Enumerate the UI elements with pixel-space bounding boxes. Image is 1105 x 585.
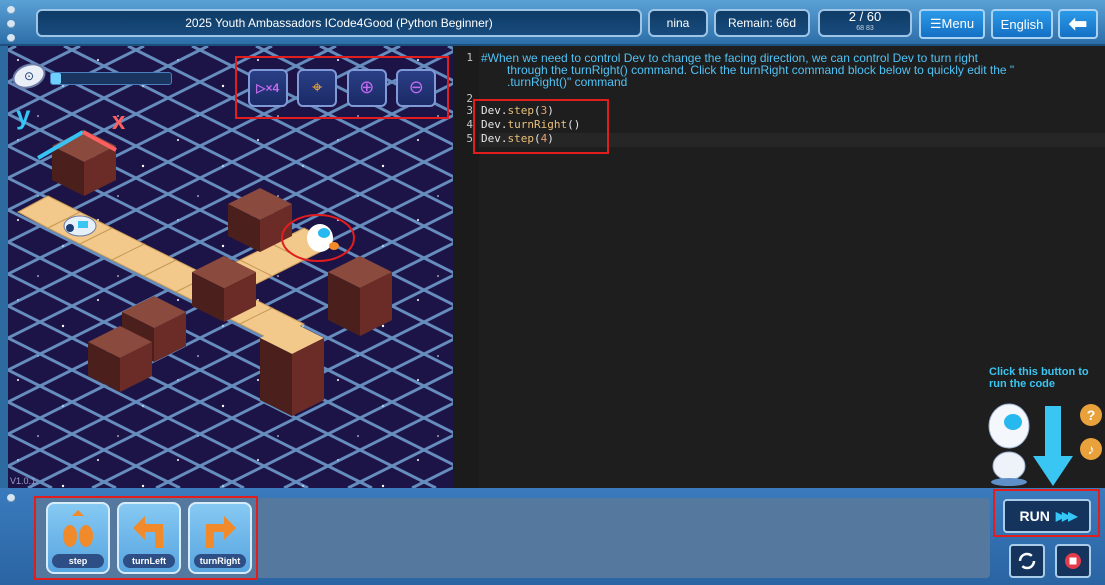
stop-icon[interactable] xyxy=(1055,544,1091,578)
version-label: V1.0.1 xyxy=(10,476,37,486)
turnright-command-block[interactable]: turnRight xyxy=(188,502,252,574)
rivets xyxy=(4,4,18,42)
zoom-in-icon[interactable]: ⊕ xyxy=(346,68,387,107)
map-pin-icon[interactable]: ⌖ xyxy=(297,68,338,107)
guide-robot xyxy=(988,403,1073,486)
progress-bar xyxy=(50,72,172,85)
user-name: nina xyxy=(648,9,708,37)
code-editor[interactable]: 1 #When we need to control Dev to change… xyxy=(453,46,1105,488)
x-axis-label: x xyxy=(112,108,126,135)
command-label: turnLeft xyxy=(123,554,175,568)
toolbar: ▷×4 ⌖ ⊕ ⊖ xyxy=(235,56,449,119)
run-hint: Click this button to run the code xyxy=(989,366,1089,390)
run-button[interactable]: RUN ▶▶▶ xyxy=(1003,499,1091,533)
level-indicator: 2 / 60 68 83 xyxy=(818,9,912,37)
command-label: turnRight xyxy=(194,554,246,568)
language-button[interactable]: English xyxy=(991,9,1053,39)
line-number: 1 xyxy=(466,51,473,64)
code-comment: #When we need to control Dev to change t… xyxy=(481,52,1081,88)
y-axis-label: y xyxy=(16,100,31,130)
reset-icon[interactable] xyxy=(1009,544,1045,578)
battery-pickup xyxy=(63,215,97,237)
run-label: RUN xyxy=(1019,508,1050,524)
menu-button[interactable]: ☰Menu xyxy=(919,9,985,39)
replay-speed-icon[interactable]: ▷×4 xyxy=(247,68,288,107)
line-number: 3 xyxy=(466,104,473,117)
turnleft-command-block[interactable]: turnLeft xyxy=(117,502,181,574)
line-number: 5 xyxy=(466,132,473,145)
progress-fill xyxy=(51,73,61,84)
help-icon[interactable]: ? xyxy=(1080,404,1102,426)
level-number: 2 / 60 xyxy=(848,9,882,24)
bell-icon[interactable]: ♪ xyxy=(1080,438,1102,460)
turn-left-arrow-icon xyxy=(119,508,179,552)
footsteps-icon xyxy=(48,508,108,552)
top-bar: 2025 Youth Ambassadors ICode4Good (Pytho… xyxy=(0,0,1105,46)
level-stats: 68 83 xyxy=(856,25,874,32)
battery-icon: ⊙ xyxy=(8,58,50,94)
comment-line-3: .turnRight()" command xyxy=(507,75,628,89)
code-highlight-box xyxy=(473,99,609,154)
back-arrow-icon[interactable]: ⬅ xyxy=(1058,9,1098,39)
fast-forward-icon: ▶▶▶ xyxy=(1055,509,1078,523)
step-command-block[interactable]: step xyxy=(46,502,110,574)
energy-progress: ⊙ xyxy=(8,58,182,94)
line-number: 4 xyxy=(466,118,473,131)
remaining-days: Remain: 66d xyxy=(714,9,810,37)
game-view[interactable]: ⊙ y x ▷×4 ⌖ ⊕ ⊖ V1.0.1 xyxy=(8,46,453,488)
rivets xyxy=(4,492,18,530)
course-title: 2025 Youth Ambassadors ICode4Good (Pytho… xyxy=(36,9,642,37)
command-label: step xyxy=(52,554,104,568)
zoom-out-icon[interactable]: ⊖ xyxy=(396,68,437,107)
turn-right-arrow-icon xyxy=(190,508,250,552)
